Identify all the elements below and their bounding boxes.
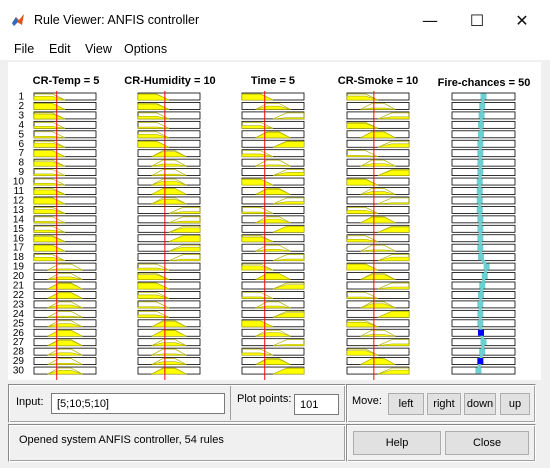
rule-output-box xyxy=(451,319,516,328)
move-left-button[interactable]: left xyxy=(388,393,424,415)
rule-output-box xyxy=(451,300,516,309)
rule-output-box xyxy=(451,158,516,167)
rule-output-box xyxy=(451,149,516,158)
rule-output-box xyxy=(451,139,516,148)
input-header-2: CR-Humidity = 10 xyxy=(124,75,215,87)
output-marker xyxy=(476,206,483,213)
menu-edit[interactable]: Edit xyxy=(49,42,71,56)
output-marker xyxy=(479,348,486,355)
menu-view[interactable]: View xyxy=(85,42,112,56)
output-marker xyxy=(481,273,488,280)
output-marker xyxy=(483,263,490,270)
move-up-button[interactable]: up xyxy=(500,393,530,415)
title-bar: Rule Viewer: ANFIS controller — ☐ ✕ xyxy=(0,0,550,40)
action-panel: Help Close xyxy=(346,424,536,462)
rule-viewer-chart[interactable]: CR-Temp = 5 CR-Humidity = 10 Time = 5 CR-Sm… xyxy=(8,62,541,380)
output-marker xyxy=(476,178,483,185)
window-title: Rule Viewer: ANFIS controller xyxy=(34,13,200,27)
output-marker xyxy=(477,291,484,298)
output-marker xyxy=(477,169,484,176)
rule-output-box xyxy=(451,243,516,252)
menu-options[interactable]: Options xyxy=(124,42,167,56)
rule-number: 30 xyxy=(13,366,25,377)
output-marker xyxy=(477,140,484,147)
rule-output-box xyxy=(451,224,516,233)
rule-output-box xyxy=(451,196,516,205)
input-vector-field[interactable]: [5;10;5;10] xyxy=(51,393,225,414)
close-window-button[interactable]: ✕ xyxy=(500,6,544,34)
output-marker xyxy=(477,159,484,166)
input-panel: Input: [5;10;5;10] Plot points: 101 xyxy=(8,384,346,423)
help-button[interactable]: Help xyxy=(353,431,441,455)
menu-file[interactable]: File xyxy=(14,42,34,56)
move-label: Move: xyxy=(352,395,382,407)
output-marker xyxy=(477,358,484,365)
minimize-button[interactable]: — xyxy=(408,6,452,34)
rule-plot-area[interactable]: CR-Temp = 5 CR-Humidity = 10 Time = 5 CR-Sm… xyxy=(8,62,541,380)
rule-output-box xyxy=(451,357,516,366)
input-header-3: Time = 5 xyxy=(251,75,295,87)
status-panel: Opened system ANFIS controller, 54 rules xyxy=(8,424,346,462)
output-marker xyxy=(477,310,484,317)
output-marker xyxy=(477,225,484,232)
rule-output-box xyxy=(451,168,516,176)
output-marker xyxy=(476,188,483,194)
panel-divider xyxy=(230,386,231,420)
output-marker xyxy=(477,235,484,242)
output-marker xyxy=(477,254,484,261)
input-label: Input: xyxy=(16,396,44,408)
output-marker xyxy=(479,282,486,289)
output-marker xyxy=(475,367,482,374)
output-marker xyxy=(477,244,484,251)
output-marker xyxy=(480,93,487,100)
input-header-1: CR-Temp = 5 xyxy=(33,75,100,87)
move-right-button[interactable]: right xyxy=(427,393,461,415)
output-marker xyxy=(477,216,484,223)
plot-points-label: Plot points: xyxy=(237,393,292,405)
rule-output-box xyxy=(451,215,516,224)
rule-output-box xyxy=(451,234,516,243)
close-button[interactable]: Close xyxy=(445,431,529,455)
move-panel: Move: left right down up xyxy=(346,384,536,423)
output-marker xyxy=(477,329,484,336)
output-marker xyxy=(476,197,483,204)
output-marker xyxy=(477,301,484,308)
menu-bar: File Edit View Options xyxy=(0,40,550,60)
output-marker xyxy=(480,339,487,346)
plot-points-field[interactable]: 101 xyxy=(294,394,339,415)
move-down-button[interactable]: down xyxy=(464,393,496,415)
maximize-button[interactable]: ☐ xyxy=(455,6,499,34)
matlab-logo-icon xyxy=(12,14,24,26)
rule-output-box xyxy=(451,187,516,195)
rule-output-box xyxy=(451,177,516,186)
rule-output-box xyxy=(451,366,516,375)
rule-output-box xyxy=(451,309,516,318)
rule-output-box xyxy=(451,205,516,214)
output-marker xyxy=(477,150,484,157)
output-marker xyxy=(479,102,486,109)
output-marker xyxy=(478,112,485,119)
output-marker xyxy=(477,121,484,128)
input-header-4: CR-Smoke = 10 xyxy=(338,75,418,87)
output-marker xyxy=(477,320,484,327)
output-header: Fire-chances = 50 xyxy=(438,77,531,89)
output-marker xyxy=(477,131,484,138)
status-message: Opened system ANFIS controller, 54 rules xyxy=(19,434,224,446)
